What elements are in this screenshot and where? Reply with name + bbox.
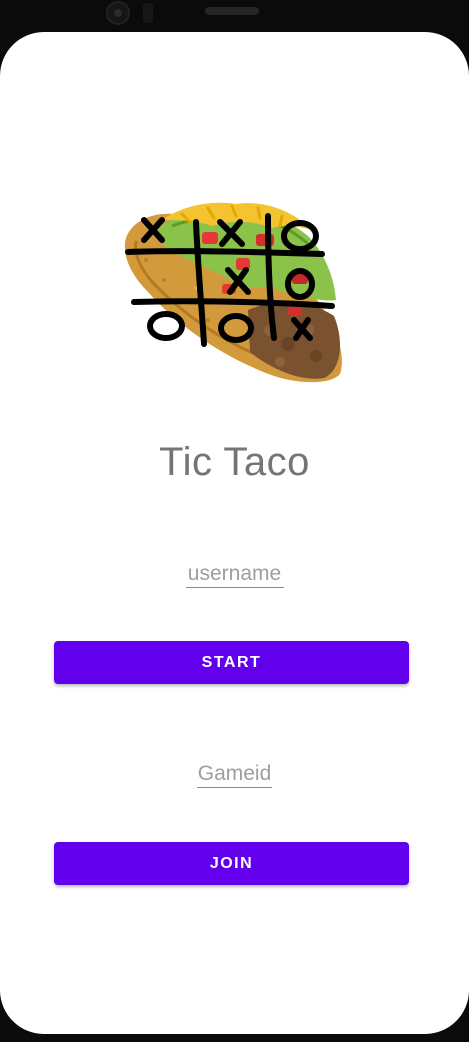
device-frame: Tic Taco START JOIN [0, 0, 469, 1042]
app-title: Tic Taco [159, 440, 310, 484]
gameid-field [0, 762, 469, 788]
join-button[interactable]: JOIN [54, 842, 409, 885]
start-button[interactable]: START [54, 641, 409, 684]
earpiece-speaker [205, 7, 259, 15]
app-screen: Tic Taco START JOIN [0, 32, 469, 1034]
gameid-input[interactable] [197, 762, 272, 788]
username-input[interactable] [185, 562, 284, 588]
proximity-sensor [143, 3, 153, 23]
front-camera [106, 1, 130, 25]
taco-logo-icon [124, 202, 342, 383]
username-field [0, 562, 469, 588]
